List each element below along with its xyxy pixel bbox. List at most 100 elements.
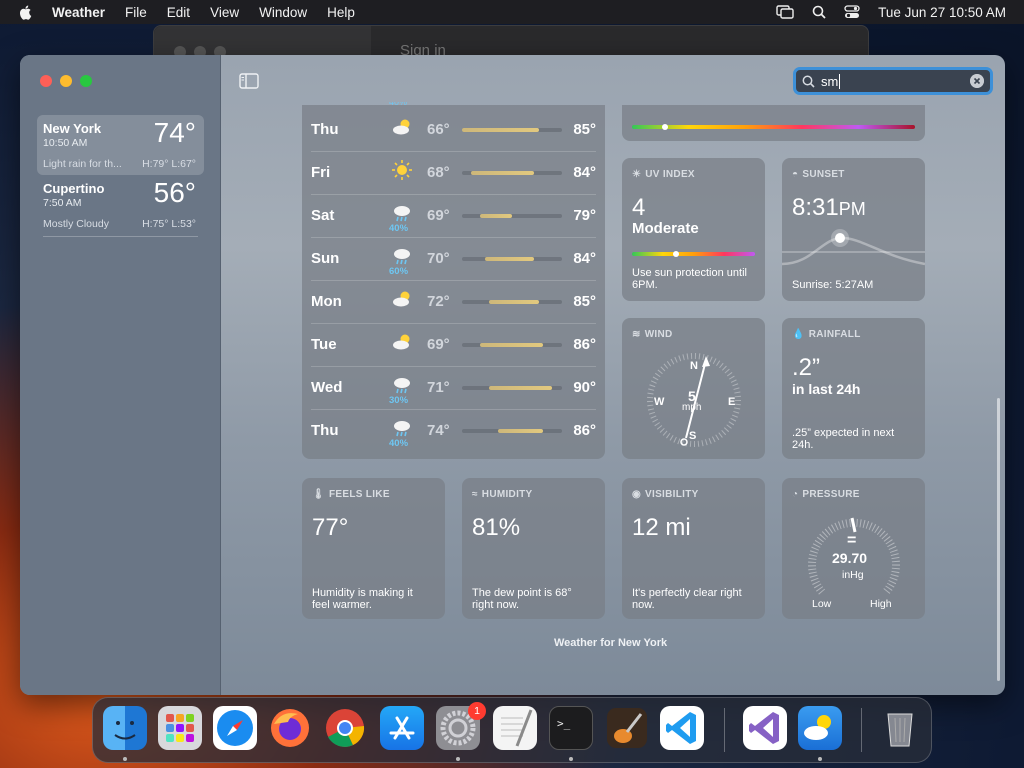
feels-like-title: FEELS LIKE bbox=[329, 489, 390, 500]
sunset-time: 8:31 bbox=[792, 194, 839, 221]
precip-chance: 30% bbox=[389, 395, 409, 406]
footer-text: Weather for New York bbox=[554, 637, 668, 649]
temp-range-track bbox=[462, 343, 562, 347]
menu-view[interactable]: View bbox=[210, 5, 239, 20]
search-input[interactable]: sm bbox=[821, 74, 838, 89]
forecast-high: 90° bbox=[573, 379, 596, 396]
eye-icon: ◉ bbox=[632, 489, 642, 500]
visibility-title: VISIBILITY bbox=[645, 489, 699, 500]
precip-chance: 40% bbox=[389, 223, 409, 234]
menu-clock[interactable]: Tue Jun 27 10:50 AM bbox=[878, 5, 1006, 20]
sun-path-graph bbox=[782, 229, 925, 266]
compass-north: N bbox=[690, 360, 698, 372]
forecast-day: Thu bbox=[311, 422, 339, 439]
spotlight-search-icon[interactable] bbox=[812, 5, 826, 19]
search-field[interactable]: sm bbox=[793, 67, 993, 95]
textedit-icon[interactable] bbox=[493, 706, 537, 750]
temp-range-fill bbox=[462, 128, 539, 132]
forecast-row: Tue 69° 86° bbox=[311, 324, 596, 367]
humidity-card: ≈ HUMIDITY 81% The dew point is 68° right… bbox=[462, 478, 605, 619]
zoom-button[interactable] bbox=[80, 75, 92, 87]
control-center-icon[interactable] bbox=[844, 5, 860, 19]
rain-cloud-icon bbox=[391, 245, 413, 267]
uv-index-scale bbox=[632, 252, 755, 256]
temp-range-fill bbox=[489, 386, 552, 390]
vscode-icon[interactable] bbox=[660, 706, 704, 750]
finder-running-dot bbox=[123, 757, 127, 761]
sidebar-toggle-icon[interactable] bbox=[239, 73, 259, 89]
pressure-value: 29.70 bbox=[832, 550, 868, 566]
firefox-icon[interactable] bbox=[268, 706, 312, 750]
rainfall-note: .25” expected in next 24h. bbox=[792, 427, 895, 451]
ten-day-forecast-card: 40% Thu 66° 85° Fri 68° 84° Sat 40% 69° 79° Sun 60%… bbox=[302, 102, 605, 459]
sunset-icon: ◓ bbox=[792, 169, 799, 180]
visibility-note: It's perfectly clear right now. bbox=[632, 587, 742, 611]
search-icon bbox=[802, 75, 815, 88]
location-time: 7:50 AM bbox=[43, 197, 82, 209]
finder-icon[interactable] bbox=[103, 706, 147, 750]
location-hilo: H:75° L:53° bbox=[142, 218, 196, 230]
dock-separator bbox=[724, 708, 725, 752]
text-cursor bbox=[839, 73, 841, 89]
temp-range-fill bbox=[484, 257, 534, 261]
thermometer-icon: 🌡 bbox=[312, 489, 325, 500]
forecast-row: Sat 40% 69° 79° bbox=[311, 195, 596, 238]
terminal-icon[interactable]: >_ bbox=[549, 706, 593, 750]
menu-window[interactable]: Window bbox=[259, 5, 307, 20]
menu-app-name[interactable]: Weather bbox=[52, 5, 105, 20]
scrollbar-thumb[interactable] bbox=[997, 398, 1000, 681]
trash-icon[interactable] bbox=[878, 706, 922, 750]
wind-icon: ≋ bbox=[632, 329, 641, 340]
menu-file[interactable]: File bbox=[125, 5, 147, 20]
sun-outline-icon: ☀ bbox=[632, 169, 642, 180]
apple-logo-icon[interactable] bbox=[18, 4, 34, 20]
feels-like-value: 77° bbox=[312, 514, 349, 541]
launchpad-icon[interactable] bbox=[158, 706, 202, 750]
dock: 1 >_ bbox=[92, 697, 932, 763]
location-condition: Mostly Cloudy bbox=[43, 218, 109, 230]
clear-search-icon[interactable] bbox=[970, 74, 984, 88]
screen-mirroring-icon[interactable] bbox=[776, 5, 794, 19]
visual-studio-icon[interactable] bbox=[743, 706, 787, 750]
partial-gradient-bar bbox=[632, 125, 915, 129]
weather-icon[interactable] bbox=[798, 706, 842, 750]
forecast-high: 84° bbox=[573, 250, 596, 267]
minimize-button[interactable] bbox=[60, 75, 72, 87]
location-temp: 74° bbox=[153, 117, 196, 148]
temp-range-fill bbox=[471, 171, 534, 175]
safari-icon[interactable] bbox=[213, 706, 257, 750]
pressure-card: ◔ PRESSURE = 29.70 inHg Low High bbox=[782, 478, 925, 619]
close-button[interactable] bbox=[40, 75, 52, 87]
pressure-low-label: Low bbox=[812, 598, 832, 610]
forecast-row: Sun 60% 70° 84° bbox=[311, 238, 596, 281]
uv-index-card: ☀ UV INDEX 4 Moderate Use sun protection … bbox=[622, 158, 765, 301]
forecast-row: Thu 40% 74° 86° bbox=[311, 410, 596, 453]
system-settings-icon[interactable]: 1 bbox=[436, 702, 486, 750]
temp-range-fill bbox=[498, 429, 543, 433]
rainfall-title: RAINFALL bbox=[808, 329, 861, 340]
forecast-top-partial-pct: 40% bbox=[389, 102, 408, 107]
uv-index-note: Use sun protection until 6PM. bbox=[632, 267, 747, 291]
sunrise-time: Sunrise: 5:27AM bbox=[792, 279, 874, 291]
temp-range-fill bbox=[489, 300, 539, 304]
humidity-value: 81% bbox=[472, 514, 521, 541]
forecast-row: Fri 68° 84° bbox=[311, 152, 596, 195]
feels-like-note: Humidity is making it feel warmer. bbox=[312, 587, 413, 611]
forecast-high: 86° bbox=[573, 422, 596, 439]
wind-unit: mph bbox=[682, 402, 702, 413]
garageband-icon[interactable] bbox=[605, 706, 649, 750]
app-store-icon[interactable] bbox=[380, 706, 424, 750]
pressure-symbol: = bbox=[847, 532, 857, 549]
location-item-cupertino[interactable]: Cupertino 7:50 AM 56° Mostly Cloudy H:75… bbox=[37, 175, 204, 237]
forecast-low: 72° bbox=[427, 293, 450, 310]
forecast-low: 71° bbox=[427, 379, 450, 396]
menu-edit[interactable]: Edit bbox=[167, 5, 190, 20]
wind-title: WIND bbox=[644, 329, 673, 340]
svg-text:>_: >_ bbox=[557, 717, 571, 730]
uv-index-marker bbox=[673, 251, 680, 257]
location-item-new-york[interactable]: New York 10:50 AM 74° Light rain for th.… bbox=[37, 115, 204, 175]
menu-help[interactable]: Help bbox=[327, 5, 355, 20]
chrome-icon[interactable] bbox=[323, 706, 367, 750]
settings-running-dot bbox=[456, 757, 460, 761]
forecast-row: Thu 66° 85° bbox=[311, 109, 596, 152]
